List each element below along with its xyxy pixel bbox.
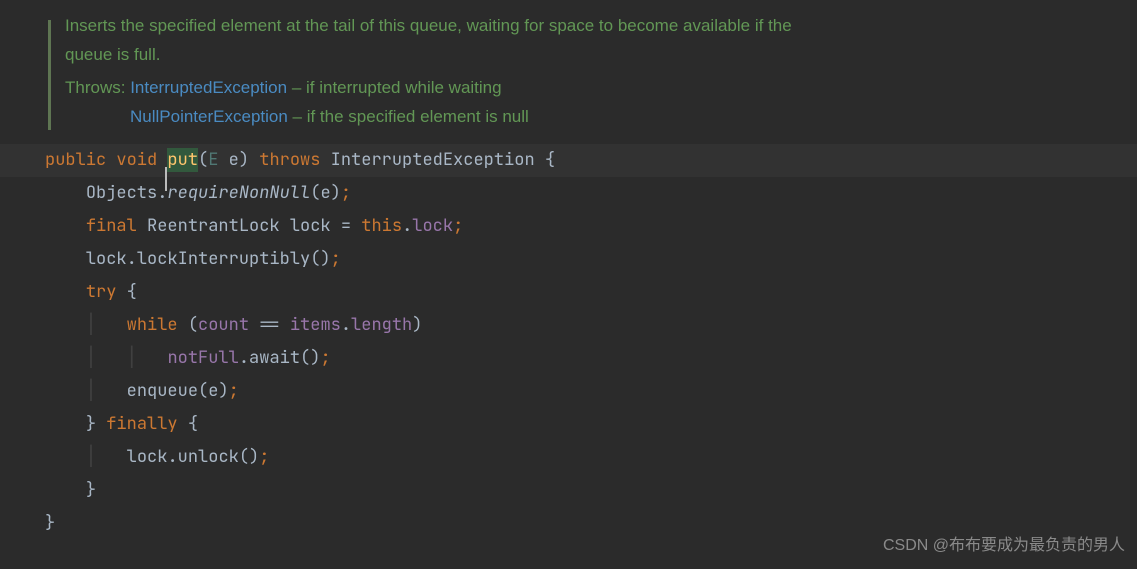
code-editor[interactable]: public void put(E e) throws InterruptedE… xyxy=(0,144,1137,540)
exception-link[interactable]: InterruptedException xyxy=(130,78,287,97)
field-ref: length xyxy=(351,314,412,336)
field-ref: items xyxy=(290,314,341,336)
dot: . xyxy=(341,314,351,336)
class-ref: Objects xyxy=(86,182,157,204)
method-call: enqueue xyxy=(127,380,198,402)
type: ReentrantLock xyxy=(147,215,280,237)
paren: ) xyxy=(331,182,341,204)
keyword-final: final xyxy=(86,215,137,237)
doc-throws-line: NullPointerException – if the specified … xyxy=(65,103,1137,132)
paren: ( xyxy=(198,380,208,402)
param-type: E xyxy=(208,149,218,171)
paren: ) xyxy=(412,314,422,336)
brace: } xyxy=(45,512,55,534)
indent-guide: │ xyxy=(86,314,96,336)
indent-guide: │ xyxy=(86,380,96,402)
doc-border xyxy=(48,20,51,130)
variable: lock xyxy=(290,215,331,237)
watermark: CSDN @布布要成为最负责的男人 xyxy=(883,530,1125,561)
field-ref: notFull xyxy=(167,347,238,369)
brace: { xyxy=(188,413,198,435)
doc-text-line: Inserts the specified element at the tai… xyxy=(65,12,1137,41)
exception-type: InterruptedException xyxy=(331,149,535,171)
exception-desc: – if the specified element is null xyxy=(288,107,529,126)
dot: . xyxy=(127,248,137,270)
keyword-throws: throws xyxy=(259,149,320,171)
text-caret xyxy=(165,167,167,191)
code-line[interactable]: │ enqueue(e); xyxy=(45,375,1137,408)
brace: { xyxy=(127,281,137,303)
method-call: unlock xyxy=(178,446,239,468)
keyword-void: void xyxy=(116,149,157,171)
variable: e xyxy=(208,380,218,402)
indent-guide: │ xyxy=(86,347,96,369)
variable: e xyxy=(320,182,330,204)
indent-guide: │ xyxy=(127,347,137,369)
method-name: put xyxy=(167,148,198,172)
dot: . xyxy=(167,446,177,468)
static-method-call: requireNonNull xyxy=(167,182,310,204)
indent-guide: │ xyxy=(86,446,96,468)
exception-desc: – if interrupted while waiting xyxy=(287,78,502,97)
code-line[interactable]: public void put(E e) throws InterruptedE… xyxy=(0,144,1137,177)
semicolon: ; xyxy=(229,380,239,402)
paren: ) xyxy=(218,380,228,402)
semicolon: ; xyxy=(453,215,463,237)
throws-label: Throws: xyxy=(65,78,125,97)
paren: ( xyxy=(310,182,320,204)
paren: () xyxy=(310,248,330,270)
code-line[interactable]: try { xyxy=(45,276,1137,309)
dot: . xyxy=(402,215,412,237)
dot: . xyxy=(239,347,249,369)
field-ref: count xyxy=(198,314,249,336)
doc-text-line: queue is full. xyxy=(65,41,1137,70)
method-call: lockInterruptibly xyxy=(137,248,310,270)
semicolon: ; xyxy=(341,182,351,204)
brace: { xyxy=(545,149,555,171)
brace: } xyxy=(86,479,96,501)
field-ref: lock xyxy=(412,215,453,237)
code-line[interactable]: Objects.requireNonNull(e); xyxy=(45,177,1137,210)
keyword-while: while xyxy=(127,314,178,336)
keyword-finally: finally xyxy=(106,413,177,435)
semicolon: ; xyxy=(320,347,330,369)
paren: () xyxy=(239,446,259,468)
code-line[interactable]: │ │ notFull.await(); xyxy=(45,342,1137,375)
keyword-try: try xyxy=(86,281,117,303)
semicolon: ; xyxy=(259,446,269,468)
code-line[interactable]: } finally { xyxy=(45,408,1137,441)
semicolon: ; xyxy=(331,248,341,270)
code-line[interactable]: lock.lockInterruptibly(); xyxy=(45,243,1137,276)
paren: ) xyxy=(239,149,249,171)
operator-eq: == xyxy=(259,314,279,336)
doc-throws-line: Throws: InterruptedException – if interr… xyxy=(65,74,1137,103)
code-line[interactable]: │ lock.unlock(); xyxy=(45,441,1137,474)
paren: ( xyxy=(188,314,198,336)
paren: ( xyxy=(198,149,208,171)
code-line[interactable]: final ReentrantLock lock = this.lock; xyxy=(45,210,1137,243)
brace: } xyxy=(86,413,96,435)
variable: lock xyxy=(86,248,127,270)
javadoc-block: Inserts the specified element at the tai… xyxy=(0,0,1137,144)
variable: lock xyxy=(127,446,168,468)
keyword-this: this xyxy=(361,215,402,237)
method-call: await xyxy=(249,347,300,369)
exception-link[interactable]: NullPointerException xyxy=(130,107,288,126)
code-line[interactable]: } xyxy=(45,474,1137,507)
assign: = xyxy=(341,215,351,237)
paren: () xyxy=(300,347,320,369)
keyword-public: public xyxy=(45,149,106,171)
param-name: e xyxy=(229,149,239,171)
code-line[interactable]: │ while (count == items.length) xyxy=(45,309,1137,342)
